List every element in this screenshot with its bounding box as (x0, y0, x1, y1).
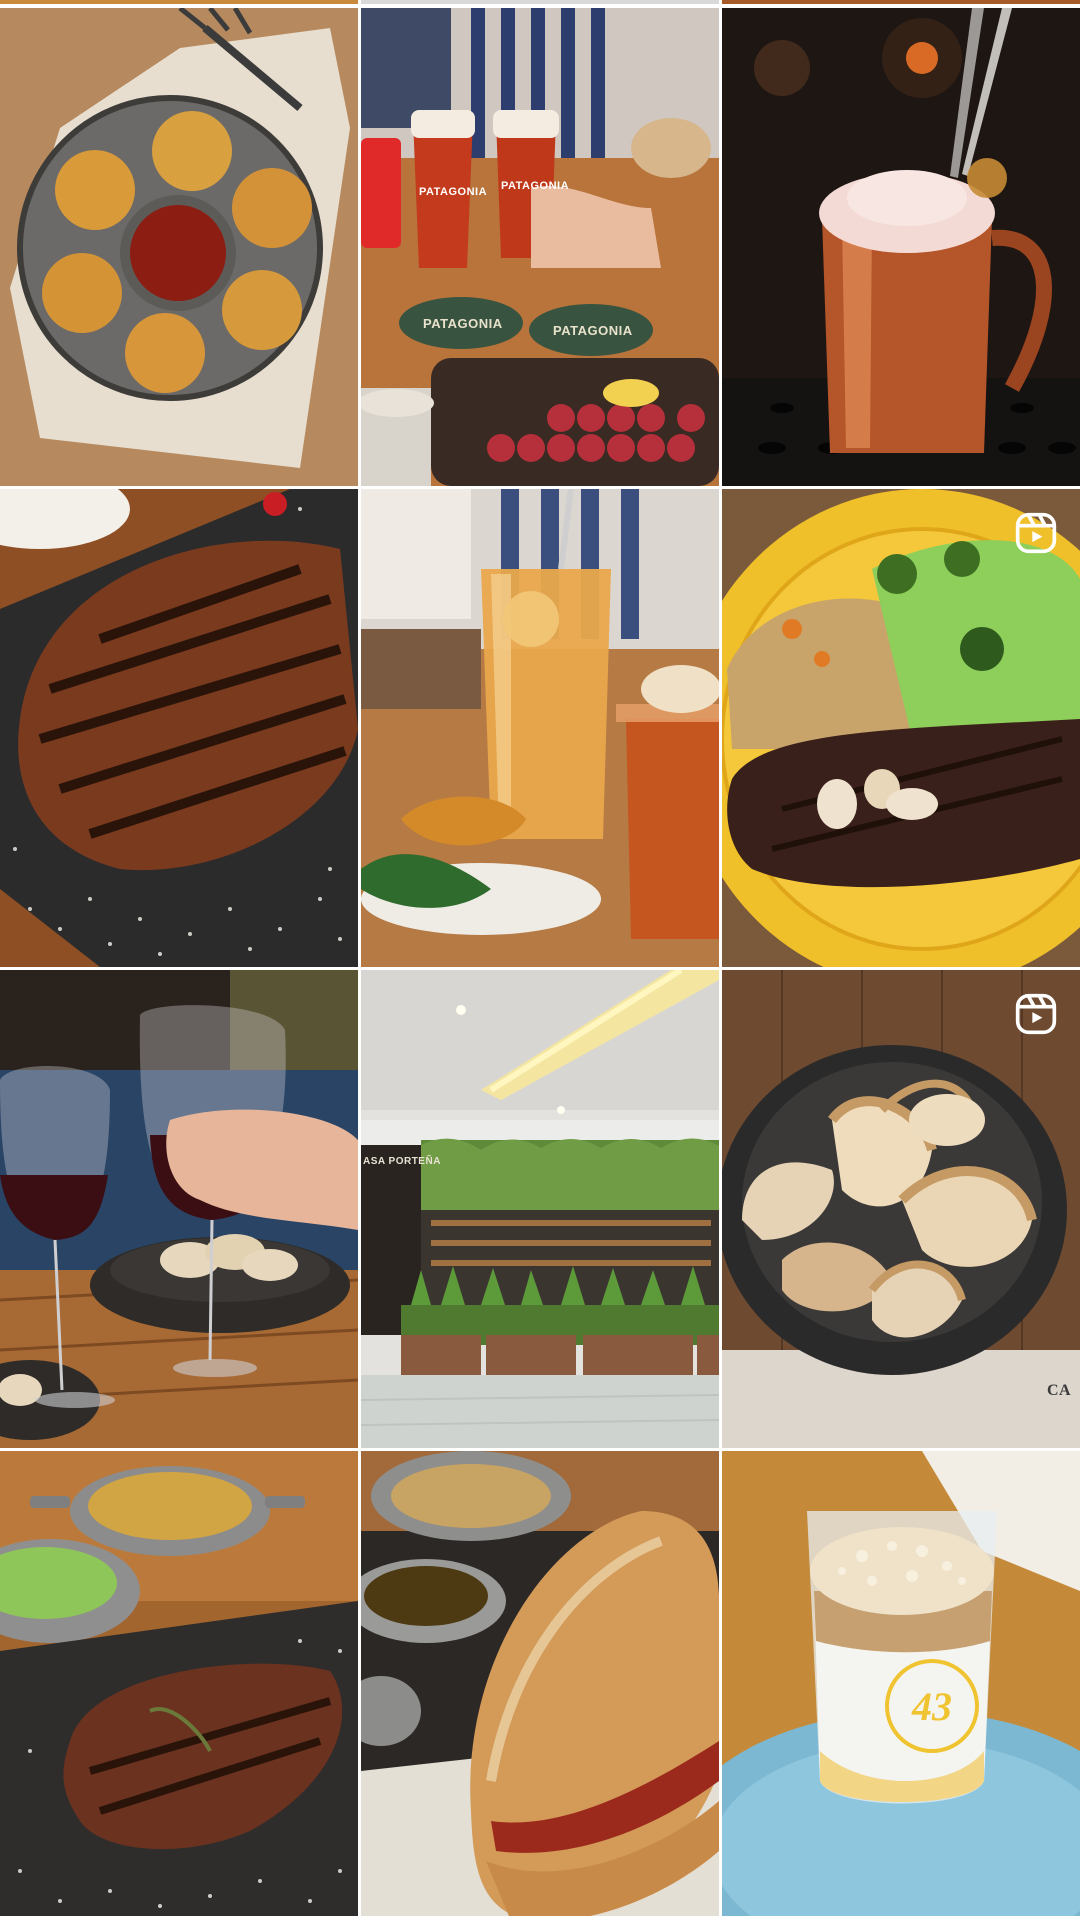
post-tile[interactable] (722, 8, 1080, 486)
post-tile[interactable]: 43 (722, 1451, 1080, 1916)
reels-icon (1014, 992, 1058, 1036)
post-image (361, 489, 719, 967)
post-image (722, 8, 1080, 486)
previous-row-edge (0, 0, 1080, 6)
coaster-text: PATAGONIA (553, 323, 633, 338)
post-tile[interactable] (722, 489, 1080, 967)
posts-grid: PATAGONIA PATAGONIA PATAGONIA PATAGONIA (0, 8, 1080, 1916)
post-image (722, 970, 1080, 1448)
post-image (0, 489, 358, 967)
post-tile[interactable] (0, 970, 358, 1448)
post-image (361, 970, 719, 1448)
post-image (0, 1451, 358, 1916)
post-tile[interactable]: PATAGONIA PATAGONIA PATAGONIA PATAGONIA (361, 8, 719, 486)
post-image (361, 8, 719, 486)
post-tile[interactable]: CA (722, 970, 1080, 1448)
post-image (361, 1451, 719, 1916)
post-image (722, 489, 1080, 967)
post-tile[interactable] (361, 1451, 719, 1916)
glass-logo-text: PATAGONIA (501, 180, 570, 192)
post-tile[interactable] (0, 1451, 358, 1916)
post-tile[interactable] (0, 8, 358, 486)
storefront-sign-text: ASA PORTEÑA (363, 1156, 441, 1167)
post-image (0, 8, 358, 486)
menu-corner-text: CA (1047, 1382, 1072, 1399)
post-image (0, 970, 358, 1448)
reels-icon (1014, 511, 1058, 555)
post-tile[interactable] (361, 489, 719, 967)
post-image (722, 1451, 1080, 1916)
post-tile[interactable] (0, 489, 358, 967)
glass-logo-text: PATAGONIA (419, 186, 488, 198)
cup-logo-text: 43 (912, 1684, 952, 1729)
post-tile[interactable]: ASA PORTEÑA (361, 970, 719, 1448)
coaster-text: PATAGONIA (423, 316, 503, 331)
profile-grid-screen: PATAGONIA PATAGONIA PATAGONIA PATAGONIA (0, 0, 1080, 1916)
